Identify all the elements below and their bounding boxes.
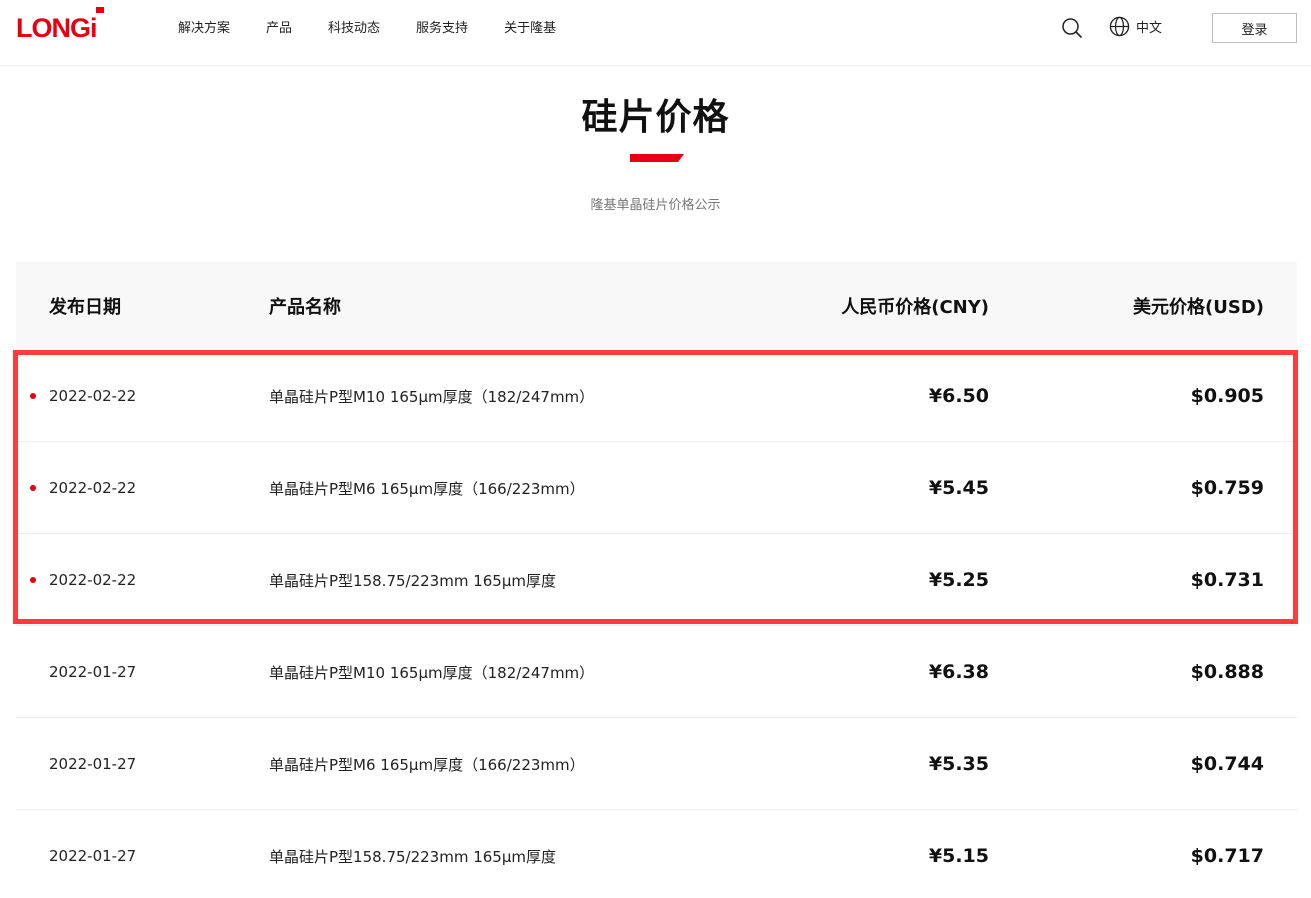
header-product-name: 产品名称 (269, 297, 341, 318)
row-date: 2022-02-22 (49, 387, 137, 405)
page-title: 硅片价格 (581, 97, 730, 138)
row-product-name: 单晶硅片P型M10 165μm厚度（182/247mm） (269, 387, 595, 406)
row-usd-price: $0.905 (1190, 385, 1264, 407)
row-product-name: 单晶硅片P型158.75/223mm 165μm厚度 (269, 571, 556, 590)
language-switcher[interactable]: 中文 (1109, 16, 1162, 37)
row-cny-price: ¥5.45 (928, 477, 989, 499)
nav-item-products[interactable]: 产品 (266, 17, 292, 36)
search-icon[interactable] (1061, 17, 1083, 39)
new-indicator-dot (30, 577, 36, 583)
row-date: 2022-02-22 (49, 571, 137, 589)
site-header: LONGi 解决方案 产品 科技动态 服务支持 关于隆基 中文 登录 (0, 0, 1311, 66)
longi-logo[interactable]: LONGi (16, 6, 108, 40)
row-usd-price: $0.888 (1190, 661, 1264, 683)
row-date: 2022-01-27 (49, 847, 137, 865)
nav-item-solutions[interactable]: 解决方案 (178, 17, 230, 36)
language-label: 中文 (1136, 21, 1163, 36)
row-date: 2022-02-22 (49, 479, 137, 497)
table-row: 2022-02-22 单晶硅片P型158.75/223mm 165μm厚度 ¥5… (16, 534, 1297, 626)
row-cny-price: ¥6.50 (928, 385, 989, 407)
new-indicator-dot (30, 393, 36, 399)
row-cny-price: ¥5.25 (928, 569, 989, 591)
table-row: 2022-02-22 单晶硅片P型M6 165μm厚度（166/223mm） ¥… (16, 442, 1297, 534)
table-header: 发布日期 产品名称 人民币价格(CNY) 美元价格(USD) (16, 262, 1297, 350)
globe-icon (1109, 16, 1130, 37)
table-row: 2022-02-22 单晶硅片P型M10 165μm厚度（182/247mm） … (16, 350, 1297, 442)
svg-text:LONGi: LONGi (16, 13, 97, 40)
row-cny-price: ¥5.15 (928, 845, 989, 867)
row-date: 2022-01-27 (49, 663, 137, 681)
nav-item-tech-news[interactable]: 科技动态 (328, 17, 380, 36)
price-table: 发布日期 产品名称 人民币价格(CNY) 美元价格(USD) 2022-02-2… (16, 262, 1297, 898)
row-cny-price: ¥5.35 (928, 753, 989, 775)
row-date: 2022-01-27 (49, 755, 137, 773)
row-usd-price: $0.759 (1190, 477, 1264, 499)
header-date: 发布日期 (49, 297, 121, 318)
table-row: 2022-01-27 单晶硅片P型M6 165μm厚度（166/223mm） ¥… (16, 718, 1297, 810)
nav-item-about[interactable]: 关于隆基 (504, 17, 556, 36)
main-nav: 解决方案 产品 科技动态 服务支持 关于隆基 (160, 0, 574, 52)
nav-item-service-support[interactable]: 服务支持 (416, 17, 468, 36)
row-product-name: 单晶硅片P型M6 165μm厚度（166/223mm） (269, 479, 585, 498)
row-product-name: 单晶硅片P型M10 165μm厚度（182/247mm） (269, 663, 595, 682)
row-product-name: 单晶硅片P型158.75/223mm 165μm厚度 (269, 847, 556, 866)
row-cny-price: ¥6.38 (928, 661, 989, 683)
page-subtitle: 隆基单晶硅片价格公示 (590, 198, 721, 213)
row-usd-price: $0.717 (1190, 845, 1264, 867)
header-usd-price: 美元价格(USD) (1133, 297, 1264, 318)
header-cny-price: 人民币价格(CNY) (841, 297, 989, 318)
new-indicator-dot (30, 485, 36, 491)
title-underline (630, 154, 684, 162)
login-button[interactable]: 登录 (1212, 13, 1297, 43)
row-product-name: 单晶硅片P型M6 165μm厚度（166/223mm） (269, 755, 585, 774)
table-row: 2022-01-27 单晶硅片P型M10 165μm厚度（182/247mm） … (16, 626, 1297, 718)
row-usd-price: $0.744 (1190, 753, 1264, 775)
table-row: 2022-01-27 单晶硅片P型158.75/223mm 165μm厚度 ¥5… (16, 810, 1297, 898)
row-usd-price: $0.731 (1190, 569, 1264, 591)
